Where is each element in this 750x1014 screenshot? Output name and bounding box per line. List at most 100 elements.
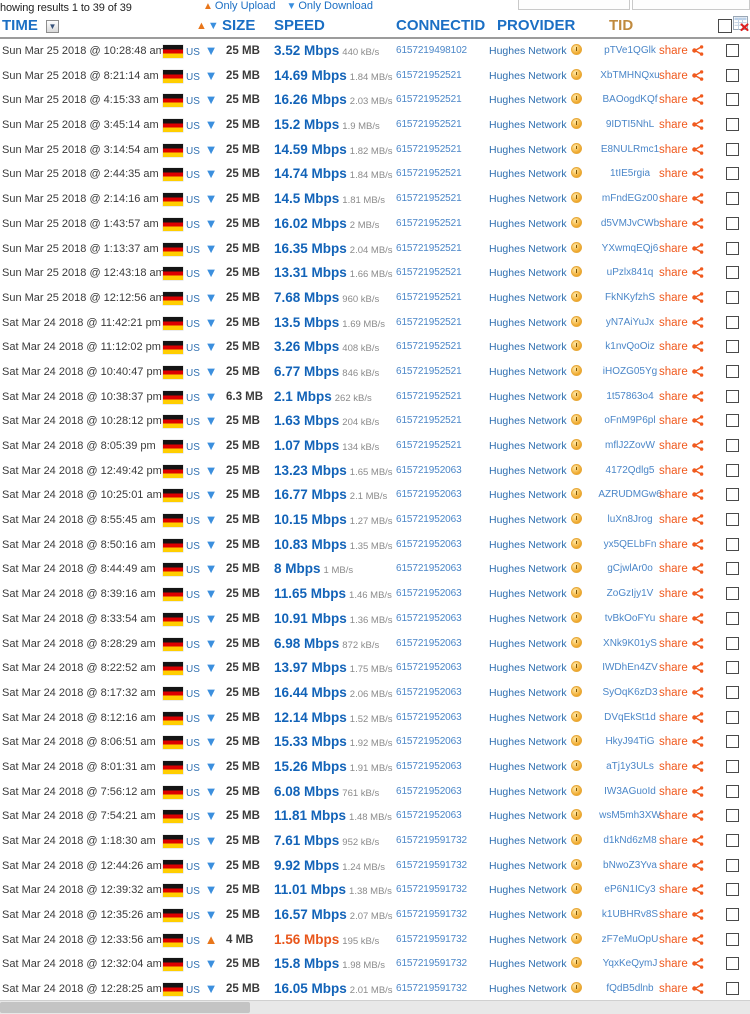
cell-connectid[interactable]: 615721952521 bbox=[396, 212, 462, 237]
cell-connectid[interactable]: 6157219591732 bbox=[396, 928, 467, 953]
cell-provider[interactable]: Hughes Network bbox=[489, 64, 582, 89]
cell-tid[interactable]: 4172Qdlg5 bbox=[598, 459, 662, 484]
horizontal-scrollbar[interactable] bbox=[0, 1000, 750, 1014]
cell-tid[interactable]: FkNKyfzhS bbox=[598, 286, 662, 311]
cell-tid[interactable]: d5VMJvCWb bbox=[598, 212, 662, 237]
cell-provider[interactable]: Hughes Network bbox=[489, 335, 582, 360]
cell-provider[interactable]: Hughes Network bbox=[489, 780, 582, 805]
share-button[interactable]: share bbox=[659, 261, 704, 286]
row-select-checkbox[interactable] bbox=[726, 685, 739, 699]
cell-connectid[interactable]: 615721952063 bbox=[396, 582, 462, 607]
row-select-checkbox[interactable] bbox=[726, 957, 739, 971]
cell-tid[interactable]: fQdB5dlnb bbox=[598, 977, 662, 1002]
row-select-checkbox[interactable] bbox=[726, 290, 739, 304]
column-header-size[interactable]: SIZE bbox=[222, 17, 255, 34]
share-button[interactable]: share bbox=[659, 952, 704, 977]
cell-connectid[interactable]: 615721952063 bbox=[396, 557, 462, 582]
share-button[interactable]: share bbox=[659, 632, 704, 657]
row-select-checkbox[interactable] bbox=[726, 858, 739, 872]
cell-tid[interactable]: yx5QELbFn bbox=[598, 533, 662, 558]
column-header-speed[interactable]: SPEED bbox=[274, 17, 325, 34]
share-button[interactable]: share bbox=[659, 162, 704, 187]
cell-connectid[interactable]: 6157219591732 bbox=[396, 952, 467, 977]
cell-tid[interactable]: SyOqK6zD3 bbox=[598, 681, 662, 706]
share-button[interactable]: share bbox=[659, 878, 704, 903]
cell-connectid[interactable]: 615721952521 bbox=[396, 187, 462, 212]
share-button[interactable]: share bbox=[659, 286, 704, 311]
cell-connectid[interactable]: 615721952521 bbox=[396, 113, 462, 138]
cell-tid[interactable]: iHOZG05Yg bbox=[598, 360, 662, 385]
cell-provider[interactable]: Hughes Network bbox=[489, 928, 582, 953]
cell-provider[interactable]: Hughes Network bbox=[489, 632, 582, 657]
cell-provider[interactable]: Hughes Network bbox=[489, 977, 582, 1002]
row-select-checkbox[interactable] bbox=[726, 932, 739, 946]
row-select-checkbox[interactable] bbox=[726, 364, 739, 378]
cell-tid[interactable]: YqxKeQymJ bbox=[598, 952, 662, 977]
share-button[interactable]: share bbox=[659, 755, 704, 780]
cell-tid[interactable]: yN7AiYuJx bbox=[598, 311, 662, 336]
column-header-provider[interactable]: PROVIDER bbox=[497, 17, 575, 34]
share-button[interactable]: share bbox=[659, 928, 704, 953]
cell-tid[interactable]: XNk9K01yS bbox=[598, 632, 662, 657]
cell-connectid[interactable]: 615721952063 bbox=[396, 483, 462, 508]
cell-tid[interactable]: wsM5mh3XW bbox=[598, 804, 662, 829]
cell-connectid[interactable]: 615721952521 bbox=[396, 360, 462, 385]
row-select-checkbox[interactable] bbox=[726, 44, 739, 57]
row-select-checkbox[interactable] bbox=[726, 241, 739, 255]
row-select-checkbox[interactable] bbox=[726, 982, 739, 996]
share-button[interactable]: share bbox=[659, 780, 704, 805]
share-button[interactable]: share bbox=[659, 557, 704, 582]
only-download-filter[interactable]: ▼ Only Download bbox=[286, 0, 373, 12]
share-button[interactable]: share bbox=[659, 237, 704, 262]
export-spreadsheet-icon[interactable] bbox=[733, 16, 750, 32]
share-button[interactable]: share bbox=[659, 138, 704, 163]
cell-provider[interactable]: Hughes Network bbox=[489, 533, 582, 558]
cell-tid[interactable]: bNwoZ3Yva bbox=[598, 854, 662, 879]
row-select-checkbox[interactable] bbox=[726, 340, 739, 354]
cell-connectid[interactable]: 615721952521 bbox=[396, 88, 462, 113]
row-select-checkbox[interactable] bbox=[726, 587, 739, 601]
cell-connectid[interactable]: 6157219591732 bbox=[396, 878, 467, 903]
cell-connectid[interactable]: 615721952063 bbox=[396, 804, 462, 829]
cell-tid[interactable]: 1t57863o4 bbox=[598, 385, 662, 410]
cell-provider[interactable]: Hughes Network bbox=[489, 854, 582, 879]
cell-connectid[interactable]: 6157219591732 bbox=[396, 854, 467, 879]
row-select-checkbox[interactable] bbox=[726, 537, 739, 551]
column-header-time[interactable]: TIME bbox=[2, 17, 38, 34]
share-button[interactable]: share bbox=[659, 706, 704, 731]
cell-connectid[interactable]: 615721952063 bbox=[396, 755, 462, 780]
row-select-checkbox[interactable] bbox=[726, 118, 739, 132]
row-select-checkbox[interactable] bbox=[726, 216, 739, 230]
cell-provider[interactable]: Hughes Network bbox=[489, 952, 582, 977]
cell-connectid[interactable]: 615721952521 bbox=[396, 261, 462, 286]
select-all-checkbox[interactable] bbox=[718, 19, 732, 33]
cell-tid[interactable]: XbTMHNQxu bbox=[598, 64, 662, 89]
row-select-checkbox[interactable] bbox=[726, 759, 739, 773]
cell-provider[interactable]: Hughes Network bbox=[489, 286, 582, 311]
cell-provider[interactable]: Hughes Network bbox=[489, 39, 582, 64]
cell-tid[interactable]: d1kNd6zM8 bbox=[598, 829, 662, 854]
cell-tid[interactable]: luXn8Jrog bbox=[598, 508, 662, 533]
row-select-checkbox[interactable] bbox=[726, 463, 739, 477]
cell-connectid[interactable]: 615721952521 bbox=[396, 335, 462, 360]
row-select-checkbox[interactable] bbox=[726, 167, 739, 181]
time-sort-toggle-button[interactable]: ▼ bbox=[46, 20, 59, 33]
cell-provider[interactable]: Hughes Network bbox=[489, 434, 582, 459]
sort-download-icon[interactable]: ▼ bbox=[208, 20, 220, 32]
cell-tid[interactable]: DVqEkSt1d bbox=[598, 706, 662, 731]
share-button[interactable]: share bbox=[659, 311, 704, 336]
cell-connectid[interactable]: 615721952521 bbox=[396, 138, 462, 163]
cell-tid[interactable]: mflJ2ZovW bbox=[598, 434, 662, 459]
cell-provider[interactable]: Hughes Network bbox=[489, 706, 582, 731]
cell-tid[interactable]: pTVe1QGlk bbox=[598, 39, 662, 64]
cell-tid[interactable]: 1tIE5rgia bbox=[598, 162, 662, 187]
share-button[interactable]: share bbox=[659, 533, 704, 558]
cell-connectid[interactable]: 615721952063 bbox=[396, 656, 462, 681]
cell-provider[interactable]: Hughes Network bbox=[489, 730, 582, 755]
row-select-checkbox[interactable] bbox=[726, 93, 739, 107]
cell-tid[interactable]: zF7eMuOpU bbox=[598, 928, 662, 953]
row-select-checkbox[interactable] bbox=[726, 809, 739, 823]
cell-tid[interactable]: AZRUDMGw6 bbox=[598, 483, 662, 508]
cell-connectid[interactable]: 615721952521 bbox=[396, 237, 462, 262]
column-header-connectid[interactable]: CONNECTID bbox=[396, 17, 485, 34]
